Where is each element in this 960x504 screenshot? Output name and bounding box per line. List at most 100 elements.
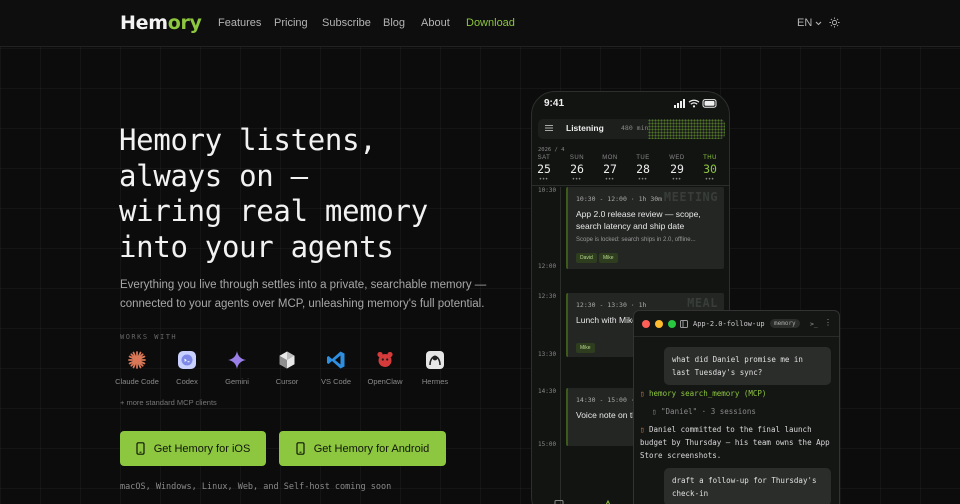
day-dots: ••• <box>605 177 615 183</box>
user-message: what did Daniel promise me in last Tuesd… <box>664 347 831 385</box>
android-button-label: Get Hemory for Android <box>313 442 430 455</box>
day-column[interactable]: TUE 28 ••• <box>633 155 653 183</box>
top-nav: Hemory Features Pricing Subscribe Blog A… <box>0 0 960 47</box>
language-label: EN <box>797 17 813 29</box>
nav-pricing[interactable]: Pricing <box>274 17 308 29</box>
sidebar-icon[interactable] <box>680 320 688 328</box>
hemory-logo[interactable]: Hemory <box>120 12 202 34</box>
time-label: 14:30 <box>538 388 557 395</box>
terminal-icon[interactable]: >_ <box>810 320 818 328</box>
logo-text: Hem <box>120 12 168 34</box>
day-column[interactable]: SUN 26 ••• <box>567 155 587 183</box>
nav-features[interactable]: Features <box>218 17 261 29</box>
status-icons <box>674 99 717 108</box>
day-dots: ••• <box>539 177 549 183</box>
day-dots: ••• <box>572 177 582 183</box>
phone-icon <box>136 442 145 455</box>
day-column[interactable]: WED 29 ••• <box>667 155 687 183</box>
close-dot[interactable] <box>642 320 650 328</box>
time-label: 15:00 <box>538 441 557 448</box>
memory-tab-icon[interactable] <box>603 499 613 504</box>
day-column-today[interactable]: THU 30 ••• <box>700 155 720 183</box>
hero-title: Hemory listens, always on — wiring real … <box>119 123 519 265</box>
day-column[interactable]: SAT 25 ••• <box>534 155 554 183</box>
timeline-axis <box>560 187 561 504</box>
hero-title-line: into your agents <box>119 229 394 264</box>
event-card-meeting[interactable]: 10:30 - 12:00 · 1h 30m MEETING App 2.0 r… <box>566 187 724 269</box>
day-date: 28 <box>636 162 650 176</box>
tool-marker-icon: ▯ <box>640 389 645 398</box>
more-clients-link[interactable]: + more standard MCP clients <box>120 398 217 407</box>
more-menu-icon[interactable]: ⋮ <box>824 318 832 327</box>
chevron-down-icon <box>815 21 822 25</box>
agent-terminal-window: App-2.0-follow-up memory >_ ⋮ what did D… <box>633 310 840 504</box>
calendar-tab-icon[interactable] <box>554 499 564 504</box>
get-android-button[interactable]: Get Hemory for Android <box>279 431 446 466</box>
day-column[interactable]: MON 27 ••• <box>600 155 620 183</box>
listening-label: Listening <box>566 123 604 133</box>
day-name: MON <box>602 155 618 161</box>
time-label: 13:30 <box>538 351 557 358</box>
listening-minutes: 480 min <box>621 124 649 132</box>
hero-title-line: always on — <box>119 158 308 193</box>
hero-title-line: wiring real memory <box>119 194 428 228</box>
tool-result-line: ▯ "Daniel" · 3 sessions <box>652 407 756 416</box>
vscode-icon <box>327 351 345 369</box>
phone-icon <box>296 442 305 455</box>
client-hermes[interactable]: Hermes <box>405 350 465 386</box>
day-date: 26 <box>570 162 584 176</box>
tool-call-line: ▯ hemory search_memory (MCP) <box>640 387 835 400</box>
person-tag: Mike <box>599 253 618 263</box>
logo-accent-text: ory <box>167 12 202 34</box>
event-time: 12:30 - 13:30 · 1h <box>576 301 647 309</box>
agent-marker-icon: ▯ <box>640 425 645 434</box>
time-label: 12:00 <box>538 263 557 270</box>
tool-result-text: "Daniel" · 3 sessions <box>661 407 756 416</box>
minimize-dot[interactable] <box>655 320 663 328</box>
language-selector[interactable]: EN <box>797 17 822 29</box>
listening-bar[interactable]: Listening 480 min <box>538 119 725 139</box>
menu-icon[interactable] <box>544 123 554 133</box>
nav-about[interactable]: About <box>421 17 450 29</box>
ios-button-label: Get Hemory for iOS <box>153 442 251 455</box>
timeline-divider <box>532 185 729 186</box>
nav-blog[interactable]: Blog <box>383 17 405 29</box>
event-detail: Scope is locked: search ships in 2.0, of… <box>576 237 696 243</box>
cursor-icon <box>279 351 295 369</box>
day-date: 29 <box>670 162 684 176</box>
day-date: 30 <box>703 162 717 176</box>
works-with-label: WORKS WITH <box>120 333 178 341</box>
day-name: TUE <box>636 155 650 161</box>
nav-subscribe[interactable]: Subscribe <box>322 17 371 29</box>
day-dots: ••• <box>672 177 682 183</box>
event-category: MEETING <box>663 190 718 204</box>
day-date: 25 <box>537 162 551 176</box>
client-label: Hermes <box>421 377 449 386</box>
maximize-dot[interactable] <box>668 320 676 328</box>
event-category: MEAL <box>687 296 718 310</box>
sun-icon[interactable] <box>829 17 840 28</box>
agent-answer-text: Daniel committed to the final launch bud… <box>640 425 830 460</box>
day-dots: ••• <box>705 177 715 183</box>
person-tag: Mike <box>576 343 595 353</box>
hero-subtitle: Everything you live through settles into… <box>120 279 487 310</box>
day-name: SAT <box>537 155 551 161</box>
user-message: draft a follow-up for Thursday's check-i… <box>664 468 831 504</box>
nav-download[interactable]: Download <box>466 17 515 29</box>
day-name: WED <box>669 155 685 161</box>
openclaw-icon <box>377 351 393 367</box>
tool-call-text: hemory search_memory (MCP) <box>649 389 767 398</box>
month-label: 2026 / 4 <box>538 147 565 153</box>
event-time: 10:30 - 12:00 · 1h 30m <box>576 195 663 203</box>
time-label: 12:30 <box>538 293 557 300</box>
day-name: SUN <box>569 155 585 161</box>
hero-title-line: Hemory listens, <box>119 123 377 157</box>
get-ios-button[interactable]: Get Hemory for iOS <box>120 431 266 466</box>
coming-soon-text: macOS, Windows, Linux, Web, and Self-hos… <box>120 482 392 492</box>
agent-answer: ▯ Daniel committed to the final launch b… <box>640 423 835 462</box>
person-tag: David <box>576 253 597 263</box>
phone-clock: 9:41 <box>544 98 565 109</box>
terminal-title: App-2.0-follow-up <box>693 320 765 328</box>
event-title: App 2.0 release review — scope, search l… <box>576 209 701 231</box>
memory-badge: memory <box>770 319 800 328</box>
